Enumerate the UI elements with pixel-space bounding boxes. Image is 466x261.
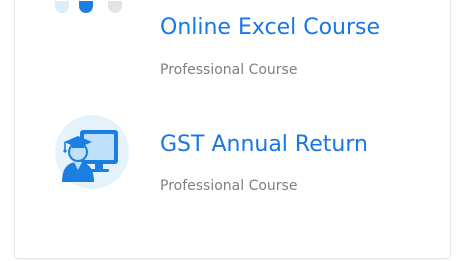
course-list-item: GST Annual Return Professional Course [0,110,466,210]
course-title-link[interactable]: Online Excel Course [160,15,380,40]
course-title-link[interactable]: GST Annual Return [160,132,368,157]
course-subtitle: Professional Course [160,178,298,194]
graduate-computer-icon [40,112,132,190]
course-list-item: Online Excel Course Professional Course [0,0,466,95]
course-subtitle: Professional Course [160,62,298,78]
